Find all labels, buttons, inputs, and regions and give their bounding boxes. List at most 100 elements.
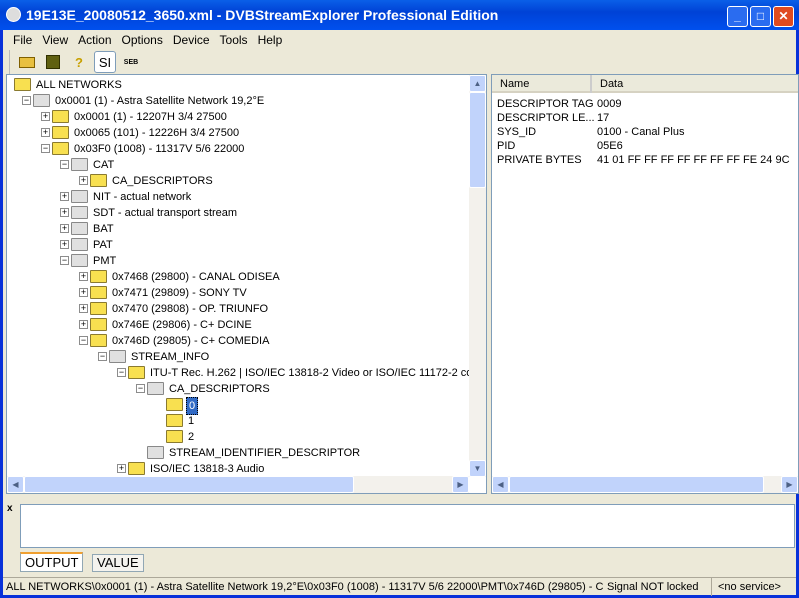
tree-node[interactable]: − 0x746D (29805) - C+ COMEDIA — [7, 333, 467, 349]
collapse-icon[interactable]: − — [117, 368, 126, 377]
menu-action[interactable]: Action — [74, 30, 117, 49]
minimize-button[interactable]: _ — [727, 6, 748, 27]
folder-icon — [71, 190, 88, 203]
scroll-thumb[interactable] — [24, 476, 354, 493]
expand-icon[interactable]: + — [60, 208, 69, 217]
output-close-button[interactable]: x — [7, 503, 13, 514]
tree-node-label: 0x0065 (101) - 12226H 3/4 27500 — [74, 127, 240, 139]
tree-node[interactable]: 0 — [7, 397, 467, 415]
menu-tools[interactable]: Tools — [216, 30, 254, 49]
app-icon — [6, 7, 21, 22]
collapse-icon[interactable]: − — [98, 352, 107, 361]
tree-node-label: SDT - actual transport stream — [93, 207, 238, 219]
tree-node[interactable]: 2 — [7, 429, 467, 445]
tree-node-label: 0x7468 (29800) - CANAL ODISEA — [112, 271, 280, 283]
expand-icon[interactable]: + — [60, 240, 69, 249]
details-list[interactable]: Name Data DESCRIPTOR TAG 0009 DESCRIPTOR L… — [491, 74, 799, 494]
expand-icon[interactable]: + — [79, 304, 88, 313]
menu-view[interactable]: View — [38, 30, 74, 49]
tree-node[interactable]: STREAM_IDENTIFIER_DESCRIPTOR — [7, 445, 467, 461]
tree-node[interactable]: − ITU-T Rec. H.262 | ISO/IEC 13818-2 Vide… — [7, 365, 479, 381]
tree-node-label: 0x0001 (1) - 12207H 3/4 27500 — [74, 111, 227, 123]
menu-help[interactable]: Help — [254, 30, 289, 49]
folder-icon — [52, 142, 69, 155]
scroll-thumb[interactable] — [509, 476, 764, 493]
column-name[interactable]: Name — [500, 75, 592, 93]
tab-output[interactable]: OUTPUT — [20, 552, 84, 572]
tree-node[interactable]: − STREAM_INFO — [7, 349, 467, 365]
scroll-right-button[interactable]: ▶ — [452, 476, 469, 493]
expand-icon[interactable]: + — [41, 128, 50, 137]
tree-node[interactable]: +0x7468 (29800) - CANAL ODISEA — [7, 269, 467, 285]
collapse-icon[interactable]: − — [22, 96, 31, 105]
menu-file[interactable]: File — [9, 30, 38, 49]
scroll-up-button[interactable]: ▲ — [469, 75, 486, 92]
scroll-down-button[interactable]: ▼ — [469, 460, 486, 477]
tree-node[interactable]: +0x7471 (29809) - SONY TV — [7, 285, 467, 301]
expand-icon[interactable]: + — [41, 112, 50, 121]
expand-icon[interactable]: + — [117, 464, 126, 473]
menu-options[interactable]: Options — [118, 30, 169, 49]
tree-node[interactable]: − 0x03F0 (1008) - 11317V 5/6 22000 — [7, 141, 467, 157]
tree-node-label: STREAM_INFO — [131, 351, 210, 363]
save-icon[interactable] — [42, 51, 64, 73]
list-item[interactable]: PRIVATE BYTES 41 01 FF FF FF FF FF FF FF … — [497, 152, 790, 168]
tree-vertical-scrollbar[interactable]: ▲ ▼ — [469, 75, 486, 477]
help-icon[interactable]: ? — [68, 51, 90, 73]
tree-node[interactable]: +0x7470 (29808) - OP. TRIUNFO — [7, 301, 467, 317]
menu-bar: File View Action Options Device Tools He… — [3, 30, 796, 49]
tree-node-label: CA_DESCRIPTORS — [169, 383, 270, 395]
expand-icon[interactable]: + — [79, 272, 88, 281]
collapse-icon[interactable]: − — [60, 256, 69, 265]
maximize-button[interactable]: □ — [750, 6, 771, 27]
tree-horizontal-scrollbar[interactable]: ◀ ▶ — [7, 476, 469, 493]
tree-node[interactable]: + PAT — [7, 237, 467, 253]
si-button[interactable]: SI — [94, 51, 116, 73]
tree-node[interactable]: + ISO/IEC 13818-3 Audio — [7, 461, 467, 477]
collapse-icon[interactable]: − — [136, 384, 145, 393]
title-bar: 19E13E_20080512_3650.xml - DVBStreamExpl… — [0, 0, 799, 30]
column-data[interactable]: Data — [600, 75, 623, 93]
tree-node[interactable]: − PMT — [7, 253, 467, 269]
tree-node[interactable]: + CA_DESCRIPTORS — [7, 173, 467, 189]
collapse-icon[interactable]: − — [60, 160, 69, 169]
tree-node[interactable]: 1 — [7, 413, 467, 429]
tree-node-label: 0x746D (29805) - C+ COMEDIA — [112, 335, 270, 347]
tree-node[interactable]: − 0x0001 (1) - Astra Satellite Network 19… — [7, 93, 467, 109]
tree-node[interactable]: + SDT - actual transport stream — [7, 205, 467, 221]
list-header: Name Data — [492, 75, 798, 93]
tree-node[interactable]: +0x0001 (1) - 12207H 3/4 27500 — [7, 109, 467, 125]
expand-icon[interactable]: + — [60, 224, 69, 233]
folder-icon — [109, 350, 126, 363]
tree-node[interactable]: − CAT — [7, 157, 467, 173]
expand-icon[interactable]: + — [79, 176, 88, 185]
output-panel[interactable] — [20, 504, 795, 548]
close-button[interactable]: ✕ — [773, 6, 794, 27]
tree-node[interactable]: ALL NETWORKS — [7, 77, 467, 93]
expand-icon[interactable]: + — [79, 320, 88, 329]
tree-node[interactable]: − CA_DESCRIPTORS — [7, 381, 467, 397]
tree-node-label: ITU-T Rec. H.262 | ISO/IEC 13818-2 Video… — [150, 367, 479, 379]
folder-icon — [71, 158, 88, 171]
tree-view[interactable]: ALL NETWORKS −0x0001 (1) - Astra Satellit… — [6, 74, 487, 494]
scroll-left-button[interactable]: ◀ — [492, 476, 509, 493]
details-horizontal-scrollbar[interactable]: ◀ ▶ — [492, 476, 798, 493]
status-service: <no service> — [711, 578, 781, 596]
expand-icon[interactable]: + — [60, 192, 69, 201]
open-folder-icon[interactable] — [16, 51, 38, 73]
collapse-icon[interactable]: − — [79, 336, 88, 345]
menu-device[interactable]: Device — [169, 30, 216, 49]
tree-node[interactable]: + NIT - actual network — [7, 189, 467, 205]
tree-node[interactable]: +0x0065 (101) - 12226H 3/4 27500 — [7, 125, 467, 141]
expand-icon[interactable]: + — [79, 288, 88, 297]
scroll-left-button[interactable]: ◀ — [7, 476, 24, 493]
scroll-thumb[interactable] — [469, 92, 486, 188]
seb-button[interactable]: SEB — [120, 51, 142, 73]
scroll-right-button[interactable]: ▶ — [781, 476, 798, 493]
collapse-icon[interactable]: − — [41, 144, 50, 153]
tree-node-label: NIT - actual network — [93, 191, 192, 203]
tree-node[interactable]: + BAT — [7, 221, 467, 237]
tab-value[interactable]: VALUE — [92, 554, 144, 572]
item-name: PRIVATE BYTES — [497, 154, 582, 166]
tree-node[interactable]: +0x746E (29806) - C+ DCINE — [7, 317, 467, 333]
